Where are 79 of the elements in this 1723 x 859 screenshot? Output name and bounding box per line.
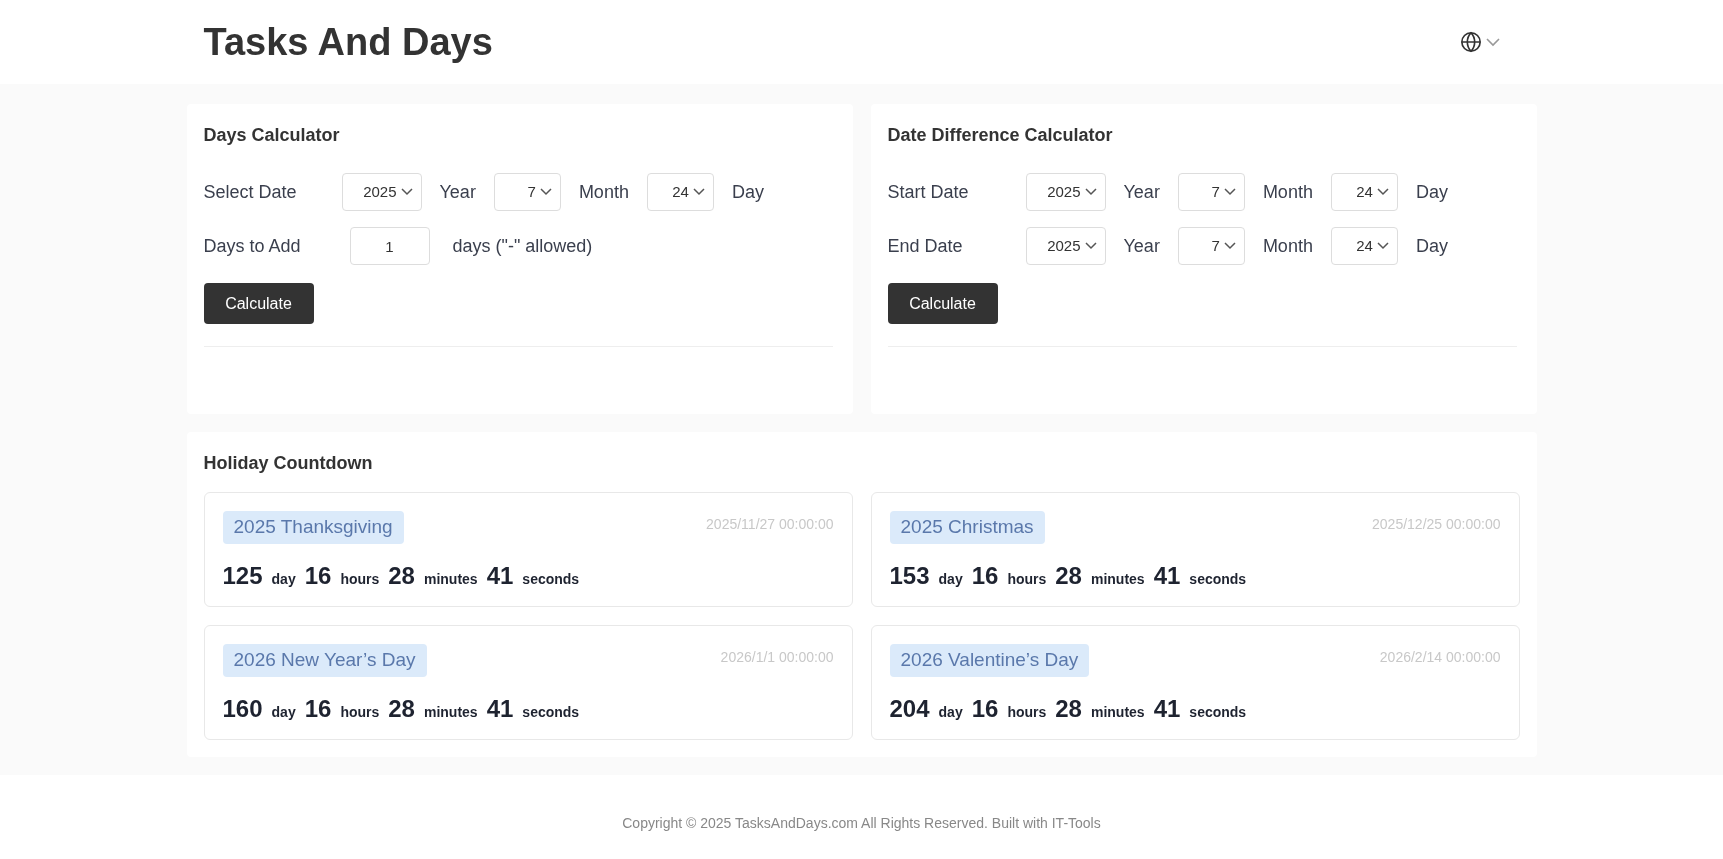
countdown-value: 28 <box>1055 560 1082 591</box>
countdown-value: 125 <box>222 560 263 591</box>
dropdown[interactable]: 7 <box>493 173 561 211</box>
chevron-down-icon <box>1485 37 1500 47</box>
countdown-value: 28 <box>388 693 415 724</box>
countdown-unit: minutes <box>1090 702 1145 722</box>
copyright-text: Copyright © 2025 TasksAndDays.com All Rights Reserved. Built with IT-Tools <box>622 815 1101 831</box>
panel-title: Days Calculator <box>203 124 341 147</box>
countdown-value: 153 <box>889 560 930 591</box>
holiday-tag: 2026 Valentine’s Day <box>889 644 1090 677</box>
dropdown[interactable]: 2025 <box>1025 227 1106 265</box>
countdown-unit: day <box>271 569 296 589</box>
countdown-value: 204 <box>889 693 930 724</box>
field-label: Start Date <box>887 180 970 204</box>
countdown-unit: day <box>938 702 963 722</box>
countdown-value: 41 <box>1153 693 1181 724</box>
countdown-value: 16 <box>304 693 332 724</box>
chevron-down-icon <box>539 188 552 196</box>
chevron-down-icon <box>1084 188 1097 196</box>
countdown-value: 28 <box>1055 693 1082 724</box>
holiday-tag: 2025 Thanksgiving <box>222 511 404 544</box>
countdown-unit: day <box>938 569 963 589</box>
site-title: Tasks And Days <box>203 19 493 65</box>
countdown-value: 16 <box>304 560 332 591</box>
countdown-value: 41 <box>486 693 514 724</box>
dropdown[interactable]: 2025 <box>1025 173 1106 211</box>
unit-label: Year <box>1123 180 1160 204</box>
chevron-down-icon <box>1084 242 1097 250</box>
countdown-value: 41 <box>486 560 514 591</box>
holiday-tag: 2025 Christmas <box>889 511 1045 544</box>
unit-label: Day <box>1415 180 1448 204</box>
countdown-value: 28 <box>388 560 415 591</box>
unit-label: Month <box>1262 234 1313 258</box>
countdown-value: 160 <box>222 693 263 724</box>
chevron-down-icon <box>1376 188 1389 196</box>
countdown-unit: hours <box>340 569 380 589</box>
countdown-unit: minutes <box>423 702 478 722</box>
field-label: Select Date <box>203 180 298 204</box>
language-selector[interactable] <box>1459 31 1500 53</box>
holiday-tag: 2026 New Year’s Day <box>222 644 427 677</box>
countdown-unit: hours <box>1007 569 1047 589</box>
dropdown[interactable]: 24 <box>646 173 714 211</box>
calculate-button[interactable]: Calculate <box>203 283 314 324</box>
chevron-down-icon <box>1223 188 1236 196</box>
unit-label: Day <box>1415 234 1448 258</box>
unit-label: Year <box>1123 234 1160 258</box>
countdown-value: 41 <box>1153 560 1181 591</box>
chevron-down-icon <box>692 188 705 196</box>
field-label: Days to Add <box>203 234 302 258</box>
countdown-unit: seconds <box>1189 702 1247 722</box>
countdown-unit: day <box>271 702 296 722</box>
countdown-unit: hours <box>340 702 380 722</box>
countdown-value: 16 <box>971 693 999 724</box>
chevron-down-icon <box>1223 242 1236 250</box>
panel-title: Date Difference Calculator <box>887 124 1114 147</box>
unit-label: Year <box>439 180 476 204</box>
chevron-down-icon <box>400 188 413 196</box>
countdown-unit: minutes <box>423 569 478 589</box>
dropdown[interactable]: 2025 <box>341 173 422 211</box>
countdown-value: 16 <box>971 560 999 591</box>
countdown-unit: seconds <box>1189 569 1247 589</box>
field-label: End Date <box>887 234 964 258</box>
dropdown[interactable]: 24 <box>1330 173 1398 211</box>
globe-icon <box>1459 31 1482 53</box>
unit-label: Month <box>1262 180 1313 204</box>
chevron-down-icon <box>1376 242 1389 250</box>
countdown-unit: seconds <box>522 569 580 589</box>
countdown-unit: seconds <box>522 702 580 722</box>
number-input[interactable]: 1 <box>349 227 430 265</box>
countdown-unit: minutes <box>1090 569 1145 589</box>
dropdown[interactable]: 24 <box>1330 227 1398 265</box>
dropdown[interactable]: 7 <box>1177 173 1245 211</box>
calculate-button[interactable]: Calculate <box>887 283 998 324</box>
dropdown[interactable]: 7 <box>1177 227 1245 265</box>
panel-title: Holiday Countdown <box>203 452 374 475</box>
input-hint: days ("-" allowed) <box>452 234 593 258</box>
countdown-unit: hours <box>1007 702 1047 722</box>
unit-label: Month <box>578 180 629 204</box>
unit-label: Day <box>731 180 764 204</box>
